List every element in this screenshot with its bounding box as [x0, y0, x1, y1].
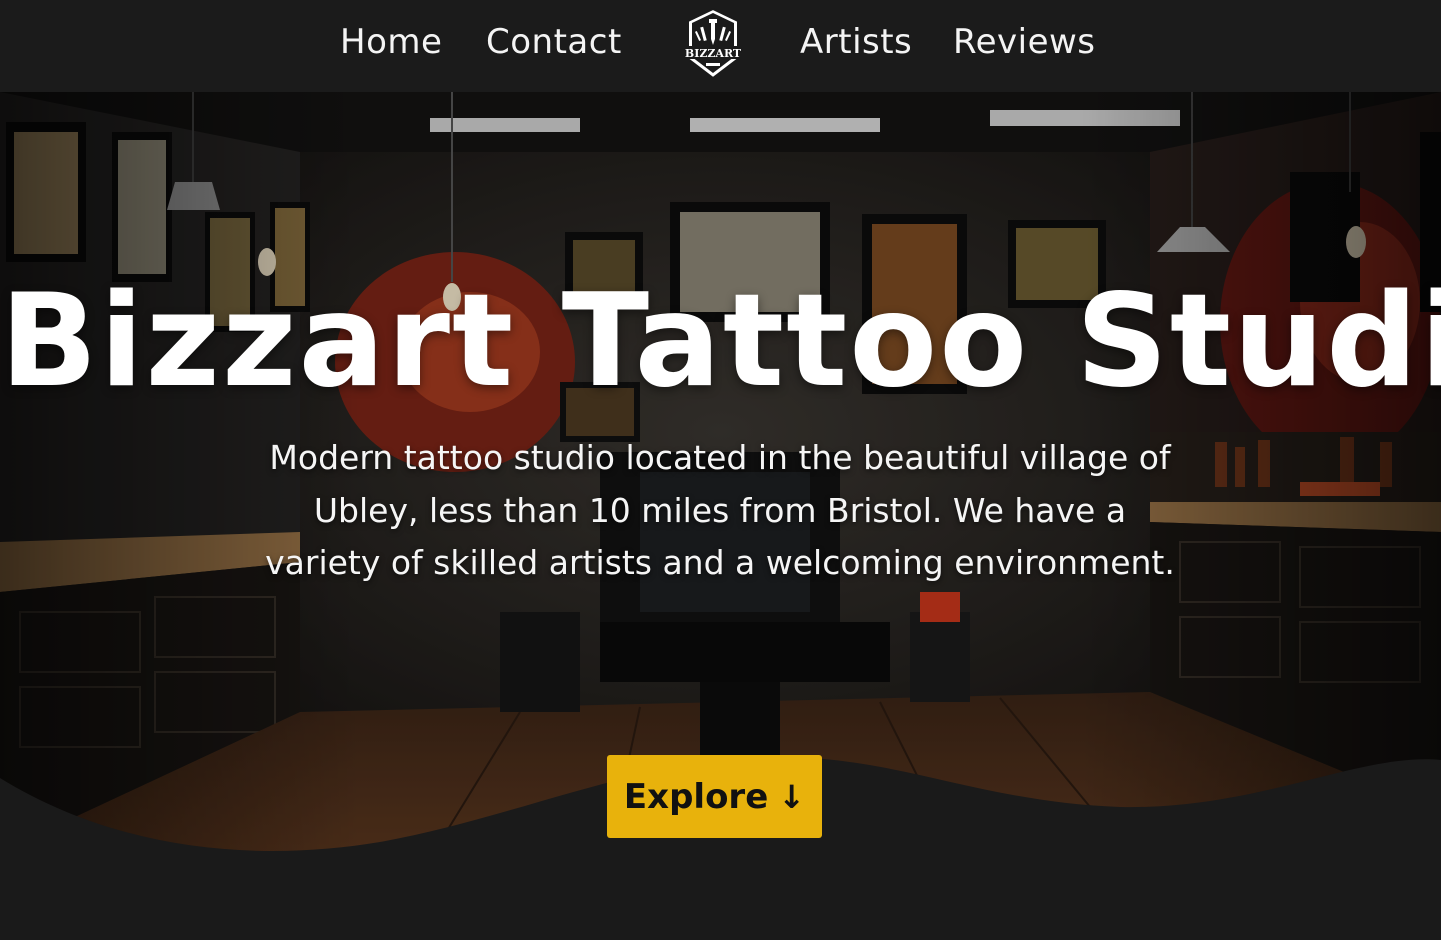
nav-link-reviews[interactable]: Reviews — [953, 22, 1096, 62]
hero-title: Bizzart Tattoo Studio — [0, 267, 1441, 416]
logo-text: BIZZART — [685, 47, 742, 60]
nav-link-contact[interactable]: Contact — [486, 22, 622, 62]
hero-section: Bizzart Tattoo Studio Modern tattoo stud… — [0, 92, 1441, 940]
explore-button-label: Explore — [623, 776, 769, 817]
hero-description: Modern tattoo studio located in the beau… — [265, 438, 1175, 582]
explore-button[interactable]: Explore ↓ — [607, 755, 822, 838]
nav-link-home[interactable]: Home — [340, 22, 442, 62]
navbar: Home Contact BIZZART Artists Reviews — [0, 0, 1441, 92]
nav-link-artists[interactable]: Artists — [800, 22, 912, 62]
arrow-down-icon: ↓ — [778, 777, 806, 816]
bizzart-logo[interactable]: BIZZART — [678, 7, 748, 81]
